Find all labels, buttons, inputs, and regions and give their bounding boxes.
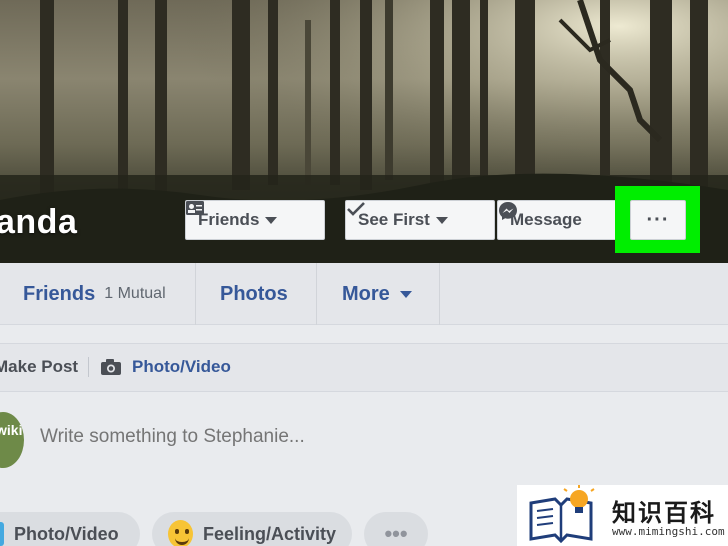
tab-divider bbox=[316, 263, 317, 325]
friend-card-icon bbox=[186, 201, 204, 215]
message-button[interactable]: Message bbox=[497, 200, 617, 240]
watermark-logo: 知识百科 www.mimingshi.com bbox=[517, 485, 728, 546]
smiley-icon bbox=[168, 520, 193, 546]
more-actions-button[interactable]: ••• bbox=[364, 512, 428, 546]
friends-button-label: Friends bbox=[198, 210, 260, 229]
avatar-text: wiki bbox=[0, 422, 23, 438]
tab-divider bbox=[195, 263, 196, 325]
messenger-icon bbox=[499, 202, 517, 220]
feeling-activity-label: Feeling/Activity bbox=[202, 523, 336, 544]
tab-friends-label: Friends bbox=[23, 282, 96, 305]
feeling-activity-button[interactable]: Feeling/Activity bbox=[152, 512, 352, 546]
chevron-down-icon bbox=[399, 290, 412, 298]
camera-icon bbox=[101, 359, 121, 375]
avatar: wiki bbox=[0, 412, 24, 468]
tab-divider bbox=[439, 263, 440, 325]
composer-header: Make Post Photo/Video bbox=[0, 344, 728, 392]
make-post-tab[interactable]: Make Post bbox=[0, 357, 78, 377]
tab-more[interactable]: More bbox=[342, 263, 412, 325]
tab-more-label: More bbox=[342, 282, 390, 305]
tab-photos-label: Photos bbox=[220, 282, 288, 305]
watermark-title: 知识百科 bbox=[612, 500, 716, 527]
see-first-button-label: See First bbox=[358, 210, 430, 229]
post-composer: Make Post Photo/Video wiki bbox=[0, 343, 728, 483]
ellipsis-icon: ••• bbox=[384, 521, 408, 546]
photo-video-button-label: Photo/Video bbox=[14, 523, 119, 544]
chevron-down-icon bbox=[265, 216, 278, 224]
friends-button[interactable]: Friends bbox=[185, 200, 325, 240]
see-first-button[interactable]: See First bbox=[345, 200, 495, 240]
header-divider bbox=[88, 357, 89, 377]
message-button-label: Message bbox=[510, 210, 582, 229]
mutual-count: 1 Mutual bbox=[104, 285, 166, 302]
more-options-button[interactable]: ··· bbox=[630, 200, 686, 240]
tab-friends[interactable]: Friends 1 Mutual bbox=[23, 263, 166, 325]
check-icon bbox=[347, 202, 365, 216]
profile-nav: Friends 1 Mutual Photos More bbox=[0, 263, 728, 325]
book-lightbulb-icon bbox=[529, 485, 595, 544]
photo-video-button[interactable]: Photo/Video bbox=[0, 512, 140, 546]
chevron-down-icon bbox=[435, 216, 448, 224]
tab-photos[interactable]: Photos bbox=[220, 263, 288, 325]
photo-video-tab[interactable]: Photo/Video bbox=[100, 357, 231, 377]
watermark-url: www.mimingshi.com bbox=[612, 525, 725, 538]
photo-icon bbox=[0, 522, 4, 546]
ellipsis-icon: ··· bbox=[646, 208, 670, 231]
profile-name[interactable]: anda bbox=[0, 203, 77, 242]
write-post-input[interactable] bbox=[40, 426, 640, 448]
photo-video-tab-label: Photo/Video bbox=[132, 357, 231, 376]
